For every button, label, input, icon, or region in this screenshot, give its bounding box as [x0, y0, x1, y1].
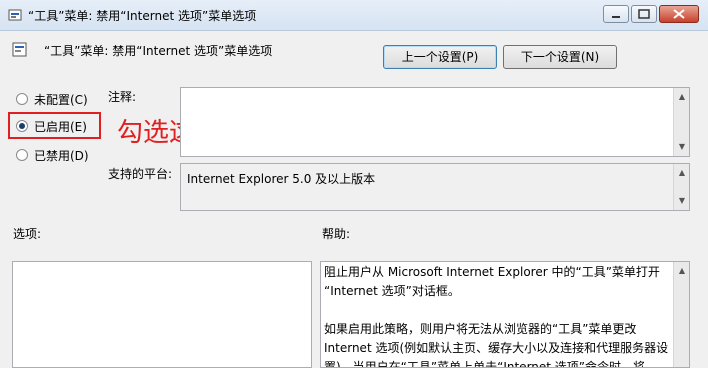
comment-textarea[interactable]: ▲ ▼ [180, 87, 690, 157]
help-text: 阻止用户从 Microsoft Internet Explorer 中的“工具”… [324, 263, 670, 368]
options-panel [12, 261, 312, 368]
options-label: 选项: [13, 227, 42, 241]
enabled-radio[interactable] [16, 120, 28, 132]
setting-heading: “工具”菜单: 禁用“Internet 选项”菜单选项 [44, 44, 273, 58]
enabled-label: 已启用(E) [34, 120, 87, 134]
window-title: “工具”菜单: 禁用“Internet 选项”菜单选项 [28, 9, 257, 23]
help-label: 帮助: [322, 227, 351, 241]
comment-scrollbar[interactable]: ▲ ▼ [673, 88, 689, 156]
help-line: Internet 选项(例如默认主页、缓存大小以及连接和代理服务器设 [324, 341, 669, 355]
not-configured-radio[interactable] [16, 93, 28, 105]
help-line: “Internet 选项”对话框。 [324, 284, 460, 298]
close-icon [673, 9, 685, 19]
scroll-down-icon[interactable]: ▼ [674, 140, 690, 154]
title-bar: “工具”菜单: 禁用“Internet 选项”菜单选项 [0, 0, 708, 31]
help-line: 阻止用户从 Microsoft Internet Explorer 中的“工具”… [324, 265, 660, 279]
close-button[interactable] [659, 5, 699, 23]
platform-scrollbar[interactable]: ▲ ▼ [673, 164, 689, 210]
scroll-up-icon[interactable]: ▲ [674, 166, 690, 180]
platform-box: Internet Explorer 5.0 及以上版本 ▲ ▼ [180, 163, 690, 211]
maximize-button[interactable] [631, 5, 657, 23]
platform-label: 支持的平台: [108, 167, 173, 181]
help-line: 置)。当用户在“工具”菜单上单击“Internet 选项”命令时，将 [324, 360, 646, 368]
not-configured-label: 未配置(C) [34, 93, 88, 107]
help-panel: 阻止用户从 Microsoft Internet Explorer 中的“工具”… [320, 261, 690, 368]
help-line [324, 301, 670, 320]
help-scrollbar[interactable]: ▲ [673, 262, 689, 367]
platform-value: Internet Explorer 5.0 及以上版本 [187, 172, 376, 186]
minimize-icon [612, 16, 620, 18]
minimize-button[interactable] [603, 5, 629, 23]
disabled-label: 已禁用(D) [34, 149, 89, 163]
maximize-icon [638, 9, 650, 19]
scroll-up-icon[interactable]: ▲ [674, 264, 689, 278]
policy-setting-icon [12, 42, 27, 57]
scroll-down-icon[interactable]: ▼ [674, 194, 690, 208]
help-line: 如果启用此策略，则用户将无法从浏览器的“工具”菜单更改 [324, 322, 637, 336]
disabled-radio[interactable] [16, 149, 28, 161]
policy-window-icon [8, 9, 22, 21]
previous-setting-button[interactable]: 上一个设置(P) [383, 45, 497, 69]
comment-label: 注释: [108, 90, 137, 104]
next-setting-button[interactable]: 下一个设置(N) [503, 45, 617, 69]
scroll-up-icon[interactable]: ▲ [674, 90, 690, 104]
